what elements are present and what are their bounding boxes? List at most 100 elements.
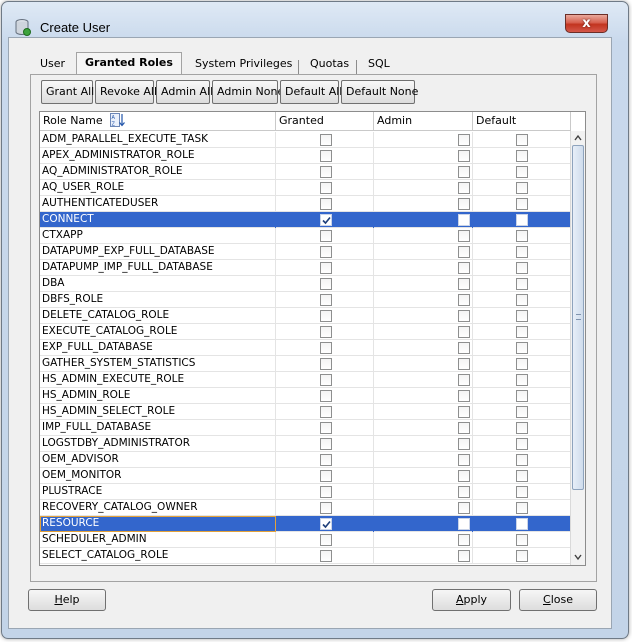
admin-checkbox[interactable] <box>458 438 470 450</box>
admin-checkbox[interactable] <box>458 294 470 306</box>
table-row[interactable]: DATAPUMP_IMP_FULL_DATABASE <box>40 260 571 276</box>
default-all-button[interactable]: Default All <box>280 80 342 104</box>
default-checkbox[interactable] <box>516 470 528 482</box>
admin-checkbox[interactable] <box>458 262 470 274</box>
column-header-role-name[interactable]: Role Name A Z <box>40 112 276 131</box>
default-checkbox[interactable] <box>516 374 528 386</box>
table-row[interactable]: EXP_FULL_DATABASE <box>40 340 571 356</box>
close-button[interactable]: Close <box>519 589 597 611</box>
column-header-granted[interactable]: Granted <box>276 112 374 131</box>
admin-checkbox[interactable] <box>458 534 470 546</box>
table-row[interactable]: OEM_MONITOR <box>40 468 571 484</box>
granted-checkbox[interactable] <box>320 246 332 258</box>
admin-checkbox[interactable] <box>458 278 470 290</box>
table-row[interactable]: IMP_FULL_DATABASE <box>40 420 571 436</box>
granted-checkbox[interactable] <box>320 358 332 370</box>
admin-checkbox[interactable] <box>458 230 470 242</box>
sort-az-icon[interactable]: A Z <box>110 113 126 127</box>
granted-checkbox[interactable] <box>320 294 332 306</box>
tab-quotas[interactable]: Quotas <box>310 54 349 74</box>
table-row[interactable]: HS_ADMIN_EXECUTE_ROLE <box>40 372 571 388</box>
granted-checkbox[interactable] <box>320 166 332 178</box>
scroll-up-arrow-icon[interactable] <box>573 133 583 143</box>
default-checkbox[interactable] <box>516 326 528 338</box>
admin-all-button[interactable]: Admin All <box>156 80 213 104</box>
granted-checkbox[interactable] <box>320 182 332 194</box>
table-row[interactable]: DATAPUMP_EXP_FULL_DATABASE <box>40 244 571 260</box>
table-row[interactable]: GATHER_SYSTEM_STATISTICS <box>40 356 571 372</box>
granted-checkbox[interactable] <box>320 550 332 562</box>
granted-checkbox[interactable] <box>320 454 332 466</box>
table-row[interactable]: CTXAPP <box>40 228 571 244</box>
table-row[interactable]: HS_ADMIN_SELECT_ROLE <box>40 404 571 420</box>
table-row[interactable]: OEM_ADVISOR <box>40 452 571 468</box>
table-row[interactable]: RESOURCE <box>40 516 571 532</box>
admin-checkbox[interactable] <box>458 134 470 146</box>
tab-user[interactable]: User <box>40 54 65 74</box>
table-row[interactable]: AQ_ADMINISTRATOR_ROLE <box>40 164 571 180</box>
admin-checkbox[interactable] <box>458 182 470 194</box>
default-checkbox[interactable] <box>516 182 528 194</box>
default-checkbox[interactable] <box>516 134 528 146</box>
default-checkbox[interactable] <box>516 422 528 434</box>
default-checkbox[interactable] <box>516 278 528 290</box>
default-checkbox[interactable] <box>516 358 528 370</box>
granted-checkbox[interactable] <box>320 262 332 274</box>
granted-checkbox[interactable] <box>320 406 332 418</box>
admin-checkbox[interactable] <box>458 342 470 354</box>
title-bar[interactable]: Create User x <box>2 2 628 36</box>
admin-checkbox[interactable] <box>458 518 470 530</box>
table-row[interactable]: RECOVERY_CATALOG_OWNER <box>40 500 571 516</box>
default-checkbox[interactable] <box>516 294 528 306</box>
apply-button[interactable]: Apply <box>432 589 511 611</box>
admin-checkbox[interactable] <box>458 150 470 162</box>
admin-checkbox[interactable] <box>458 406 470 418</box>
default-checkbox[interactable] <box>516 454 528 466</box>
admin-checkbox[interactable] <box>458 214 470 226</box>
default-checkbox[interactable] <box>516 406 528 418</box>
default-checkbox[interactable] <box>516 438 528 450</box>
granted-checkbox[interactable] <box>320 486 332 498</box>
default-checkbox[interactable] <box>516 262 528 274</box>
default-checkbox[interactable] <box>516 198 528 210</box>
default-checkbox[interactable] <box>516 342 528 354</box>
default-checkbox[interactable] <box>516 246 528 258</box>
default-checkbox[interactable] <box>516 390 528 402</box>
granted-checkbox[interactable] <box>320 390 332 402</box>
table-row[interactable]: LOGSTDBY_ADMINISTRATOR <box>40 436 571 452</box>
admin-checkbox[interactable] <box>458 486 470 498</box>
grant-all-button[interactable]: Grant All <box>41 80 94 104</box>
admin-checkbox[interactable] <box>458 422 470 434</box>
granted-checkbox[interactable] <box>320 518 332 530</box>
granted-checkbox[interactable] <box>320 438 332 450</box>
table-row[interactable]: CONNECT <box>40 212 571 228</box>
scroll-down-arrow-icon[interactable] <box>573 552 583 562</box>
granted-checkbox[interactable] <box>320 502 332 514</box>
column-header-default[interactable]: Default <box>473 112 571 131</box>
default-checkbox[interactable] <box>516 310 528 322</box>
tab-granted-roles[interactable]: Granted Roles <box>76 52 182 74</box>
revoke-all-button[interactable]: Revoke All <box>95 80 157 104</box>
granted-checkbox[interactable] <box>320 230 332 242</box>
default-checkbox[interactable] <box>516 486 528 498</box>
default-checkbox[interactable] <box>516 166 528 178</box>
tab-sql[interactable]: SQL <box>368 54 390 74</box>
granted-checkbox[interactable] <box>320 374 332 386</box>
granted-checkbox[interactable] <box>320 534 332 546</box>
admin-checkbox[interactable] <box>458 390 470 402</box>
admin-checkbox[interactable] <box>458 246 470 258</box>
granted-checkbox[interactable] <box>320 422 332 434</box>
table-row[interactable]: HS_ADMIN_ROLE <box>40 388 571 404</box>
admin-checkbox[interactable] <box>458 358 470 370</box>
table-row[interactable]: ADM_PARALLEL_EXECUTE_TASK <box>40 132 571 148</box>
window-close-button[interactable]: x <box>565 14 608 33</box>
admin-none-button[interactable]: Admin None <box>212 80 284 104</box>
granted-checkbox[interactable] <box>320 310 332 322</box>
admin-checkbox[interactable] <box>458 550 470 562</box>
vertical-scrollbar[interactable] <box>570 131 585 565</box>
default-checkbox[interactable] <box>516 150 528 162</box>
default-none-button[interactable]: Default None <box>341 80 418 104</box>
table-row[interactable]: DELETE_CATALOG_ROLE <box>40 308 571 324</box>
help-button[interactable]: Help <box>28 589 106 611</box>
admin-checkbox[interactable] <box>458 198 470 210</box>
